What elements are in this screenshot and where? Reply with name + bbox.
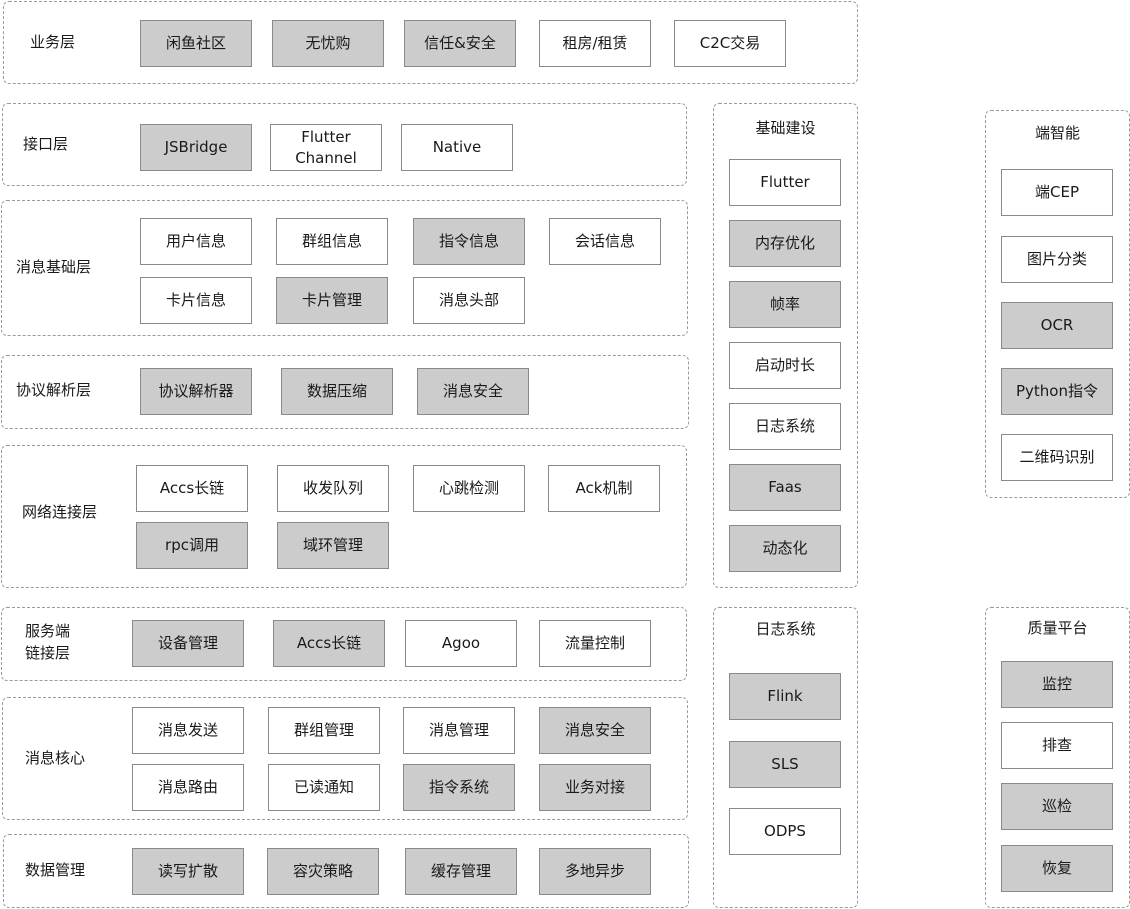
server-link-module-box: 设备管理 — [132, 620, 244, 667]
quality-platform-title: 质量平台 — [1027, 619, 1088, 637]
network-module-box: rpc调用 — [136, 522, 248, 569]
business-module-box: 租房/租赁 — [539, 20, 651, 67]
msg-core-module-box: 群组管理 — [268, 707, 380, 754]
business-module-box: 无忧购 — [272, 20, 384, 67]
edge-ai-module-box: Python指令 — [1001, 368, 1113, 415]
server-link-layer-label-line1: 服务端 — [25, 622, 71, 640]
message-core-label: 消息核心 — [25, 749, 86, 767]
data-management-label: 数据管理 — [25, 861, 86, 879]
log-module-box: SLS — [729, 741, 841, 788]
msg-core-module-box: 指令系统 — [403, 764, 515, 811]
network-module-box: 心跳检测 — [413, 465, 525, 512]
protocol-module-box: 消息安全 — [417, 368, 529, 415]
msg-base-module-box: 消息头部 — [413, 277, 525, 324]
quality-module-box: 恢复 — [1001, 845, 1113, 892]
msg-core-module-box: 消息路由 — [132, 764, 244, 811]
infra-module-box: 帧率 — [729, 281, 841, 328]
protocol-layer-label: 协议解析层 — [16, 381, 92, 399]
business-module-box: C2C交易 — [674, 20, 786, 67]
log-system-title: 日志系统 — [755, 620, 816, 638]
msg-base-module-box: 会话信息 — [549, 218, 661, 265]
edge-ai-module-box: OCR — [1001, 302, 1113, 349]
server-link-module-box: Accs长链 — [273, 620, 385, 667]
edge-ai-module-box: 二维码识别 — [1001, 434, 1113, 481]
msg-base-module-box: 群组信息 — [276, 218, 388, 265]
network-module-box: 域环管理 — [277, 522, 389, 569]
data-mgmt-module-box: 读写扩散 — [132, 848, 244, 895]
infrastructure-title: 基础建设 — [755, 119, 816, 137]
network-layer-label: 网络连接层 — [22, 503, 98, 521]
quality-module-box: 监控 — [1001, 661, 1113, 708]
edge-ai-module-box: 端CEP — [1001, 169, 1113, 216]
msg-base-module-box: 指令信息 — [413, 218, 525, 265]
message-base-layer-label: 消息基础层 — [16, 258, 92, 276]
network-module-box: 收发队列 — [277, 465, 389, 512]
log-module-box: ODPS — [729, 808, 841, 855]
msg-core-module-box: 已读通知 — [268, 764, 380, 811]
data-mgmt-module-box: 多地异步 — [539, 848, 651, 895]
infra-module-box: Flutter — [729, 159, 841, 206]
infra-module-box: 日志系统 — [729, 403, 841, 450]
data-mgmt-module-box: 容灾策略 — [267, 848, 379, 895]
interface-module-box: JSBridge — [140, 124, 252, 171]
server-link-layer-label-line2: 链接层 — [25, 644, 71, 662]
quality-module-box: 排查 — [1001, 722, 1113, 769]
infra-module-box: Faas — [729, 464, 841, 511]
business-module-box: 信任&安全 — [404, 20, 516, 67]
network-module-box: Accs长链 — [136, 465, 248, 512]
business-module-box: 闲鱼社区 — [140, 20, 252, 67]
msg-core-module-box: 消息安全 — [539, 707, 651, 754]
msg-base-module-box: 卡片管理 — [276, 277, 388, 324]
protocol-module-box: 数据压缩 — [281, 368, 393, 415]
msg-core-module-box: 消息管理 — [403, 707, 515, 754]
msg-core-module-box: 业务对接 — [539, 764, 651, 811]
server-link-module-box: Agoo — [405, 620, 517, 667]
msg-base-module-box: 用户信息 — [140, 218, 252, 265]
protocol-module-box: 协议解析器 — [140, 368, 252, 415]
edge-intelligence-title: 端智能 — [1034, 124, 1080, 142]
edge-ai-module-box: 图片分类 — [1001, 236, 1113, 283]
business-layer-label: 业务层 — [30, 33, 76, 51]
infra-module-box: 启动时长 — [729, 342, 841, 389]
quality-module-box: 巡检 — [1001, 783, 1113, 830]
infra-module-box: 内存优化 — [729, 220, 841, 267]
data-mgmt-module-box: 缓存管理 — [405, 848, 517, 895]
infra-module-box: 动态化 — [729, 525, 841, 572]
network-module-box: Ack机制 — [548, 465, 660, 512]
interface-module-box: Flutter Channel — [270, 124, 382, 171]
msg-core-module-box: 消息发送 — [132, 707, 244, 754]
msg-base-module-box: 卡片信息 — [140, 277, 252, 324]
log-module-box: Flink — [729, 673, 841, 720]
server-link-module-box: 流量控制 — [539, 620, 651, 667]
interface-layer-label: 接口层 — [23, 135, 69, 153]
interface-module-box: Native — [401, 124, 513, 171]
